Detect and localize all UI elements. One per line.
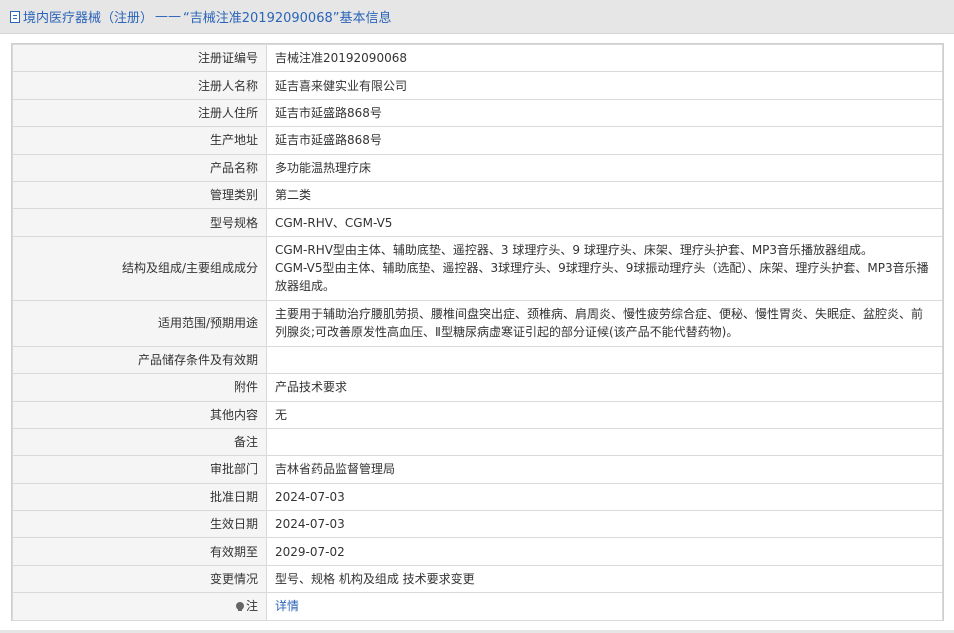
table-row: 变更情况 型号、规格 机构及组成 技术要求变更 [12,564,943,594]
row-label: 注 [245,599,258,614]
row-label: 附件 [12,373,267,402]
info-table: 注册证编号 吉械注准20192090068 注册人名称 延吉喜来健实业有限公司 … [11,43,944,621]
table-row: 注 详情 [12,592,943,621]
row-value [266,345,943,375]
row-label: 批准日期 [12,482,267,512]
row-label: 注册人名称 [12,71,267,100]
row-value: 2024-07-03 [266,510,943,539]
row-label: 注册人住所 [12,98,267,128]
row-value: CGM-RHV型由主体、辅助底垫、遥控器、3 球理疗头、9 球理疗头、床架、理疗… [266,235,943,301]
row-label: 适用范围/预期用途 [12,299,267,347]
row-label: 管理类别 [12,180,267,210]
table-row: 审批部门 吉林省药品监督管理局 [12,455,943,484]
row-value: 型号、规格 机构及组成 技术要求变更 [266,564,943,594]
table-row: 管理类别 第二类 [12,180,943,210]
table-row: 适用范围/预期用途 主要用于辅助治疗腰肌劳损、腰椎间盘突出症、颈椎病、肩周炎、慢… [12,299,943,347]
row-label: 变更情况 [12,564,267,594]
structure-line-1: CGM-RHV型由主体、辅助底垫、遥控器、3 球理疗头、9 球理疗头、床架、理疗… [275,243,874,258]
table-row: 型号规格 CGM-RHV、CGM-V5 [12,208,943,237]
document-icon [10,10,20,23]
row-value: 主要用于辅助治疗腰肌劳损、腰椎间盘突出症、颈椎病、肩周炎、慢性疲劳综合症、便秘、… [266,299,943,347]
registration-title: “吉械注准20192090068”基本信息 [183,11,392,26]
row-label: 生效日期 [12,510,267,539]
row-label: 有效期至 [12,537,267,566]
row-value: 2029-07-02 [266,537,943,566]
table-row: 批准日期 2024-07-03 [12,482,943,512]
row-value: 详情 [266,592,943,621]
row-value: 产品技术要求 [266,373,943,402]
table-row: 生效日期 2024-07-03 [12,510,943,539]
table-row: 生产地址 延吉市延盛路868号 [12,126,943,155]
table-row: 附件 产品技术要求 [12,373,943,402]
row-value: 2024-07-03 [266,482,943,512]
row-value: 吉械注准20192090068 [266,43,943,73]
note-label-cell: 注 [12,592,267,621]
row-label: 产品名称 [12,153,267,182]
row-label: 结构及组成/主要组成成分 [12,235,267,301]
row-value: 吉林省药品监督管理局 [266,455,943,484]
row-label: 产品储存条件及有效期 [12,345,267,375]
row-value: 延吉市延盛路868号 [266,126,943,155]
row-label: 型号规格 [12,208,267,237]
row-value: 延吉喜来健实业有限公司 [266,71,943,100]
table-row: 产品名称 多功能温热理疗床 [12,153,943,182]
row-value: 多功能温热理疗床 [266,153,943,182]
row-label: 注册证编号 [12,43,267,73]
row-label: 备注 [12,427,267,457]
table-row: 其他内容 无 [12,400,943,429]
table-row: 注册证编号 吉械注准20192090068 [12,43,943,73]
table-row: 结构及组成/主要组成成分 CGM-RHV型由主体、辅助底垫、遥控器、3 球理疗头… [12,235,943,301]
title-separator: —— [155,9,182,24]
table-row: 注册人住所 延吉市延盛路868号 [12,98,943,128]
row-label: 其他内容 [12,400,267,429]
row-value: 无 [266,400,943,429]
structure-line-2: CGM-V5型由主体、辅助底垫、遥控器、3球理疗头、9球理疗头、9球振动理疗头（… [275,261,929,294]
row-value: CGM-RHV、CGM-V5 [266,208,943,237]
row-label: 生产地址 [12,126,267,155]
row-value: 延吉市延盛路868号 [266,98,943,128]
row-value: 第二类 [266,180,943,210]
page-title-bar: 境内医疗器械（注册） —— “吉械注准20192090068”基本信息 [0,0,954,34]
details-link[interactable]: 详情 [275,599,299,613]
table-row: 注册人名称 延吉喜来健实业有限公司 [12,71,943,100]
category-title: 境内医疗器械（注册） [23,11,154,26]
row-value [266,427,943,457]
table-row: 备注 [12,427,943,457]
row-label: 审批部门 [12,455,267,484]
table-row: 有效期至 2029-07-02 [12,537,943,566]
table-row: 产品储存条件及有效期 [12,345,943,375]
lightbulb-icon [235,602,244,612]
